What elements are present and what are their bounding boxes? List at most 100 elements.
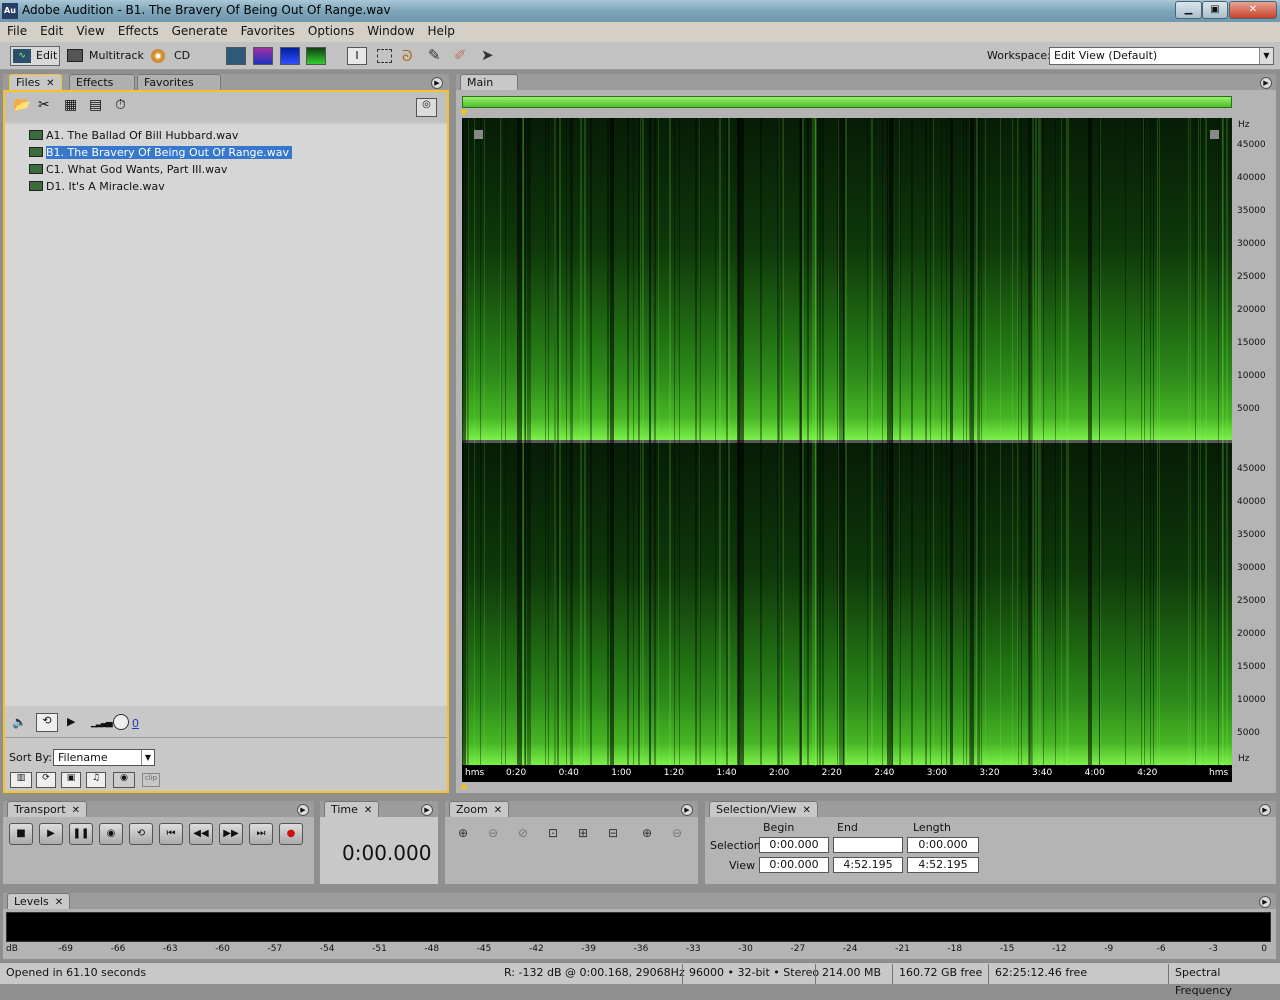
cursor-marker-icon[interactable]: [460, 783, 468, 789]
view-end-field[interactable]: 4:52.195: [833, 857, 903, 873]
zoom-in-corner-icon[interactable]: [474, 130, 483, 139]
filter-clip-icon[interactable]: clip: [142, 773, 160, 787]
panel-menu-icon[interactable]: ▶: [1260, 77, 1272, 89]
volume-value[interactable]: 0: [132, 717, 139, 730]
stop-icon[interactable]: ■: [9, 823, 33, 845]
close-icon[interactable]: ✕: [46, 78, 54, 89]
maximize-button[interactable]: ▣: [1202, 1, 1228, 19]
lasso-tool-icon[interactable]: ᘐ: [402, 47, 413, 65]
file-item-a1[interactable]: A1. The Ballad Of Bill Hubbard.wav: [29, 128, 238, 143]
panel-menu-icon[interactable]: ▶: [1259, 896, 1271, 908]
close-button[interactable]: ✕: [1229, 1, 1277, 19]
menu-effects[interactable]: Effects: [111, 22, 165, 38]
brush-tool-icon[interactable]: ✎: [428, 46, 441, 64]
zoom-out-vertical-icon[interactable]: ⊖: [667, 826, 687, 844]
menu-view[interactable]: View: [69, 22, 110, 38]
insert-cd-icon[interactable]: ▤: [89, 97, 102, 113]
zoom-out-corner-icon[interactable]: [1210, 130, 1219, 139]
tab-zoom[interactable]: Zoom ✕: [449, 801, 510, 817]
panel-menu-icon[interactable]: ▶: [1259, 804, 1271, 816]
filter-loop-icon[interactable]: ⟳: [36, 772, 56, 788]
selection-length-field[interactable]: 0:00.000: [907, 837, 979, 853]
spectral-pan-icon[interactable]: [280, 47, 300, 65]
show-all-icon[interactable]: ◉: [113, 772, 135, 788]
selection-begin-field[interactable]: 0:00.000: [759, 837, 829, 853]
view-begin-field[interactable]: 0:00.000: [759, 857, 829, 873]
zoom-to-selection-icon[interactable]: ⊡: [543, 826, 563, 844]
menu-favorites[interactable]: Favorites: [234, 22, 301, 38]
tab-favorites[interactable]: Favorites: [137, 74, 221, 90]
go-to-end-icon[interactable]: ⏭: [249, 823, 273, 845]
edit-view-button[interactable]: ∿ Edit: [10, 46, 60, 66]
insert-multitrack-icon[interactable]: ▦: [64, 97, 77, 113]
close-icon[interactable]: ✕: [364, 805, 372, 816]
loop-play-icon[interactable]: ⟲: [129, 823, 153, 845]
fast-forward-icon[interactable]: ▶▶: [219, 823, 243, 845]
loop-icon[interactable]: ⟲: [36, 713, 58, 732]
volume-knob[interactable]: [113, 714, 129, 730]
zoom-to-right-icon[interactable]: ⊟: [603, 826, 623, 844]
play-to-end-icon[interactable]: ◉: [99, 823, 123, 845]
time-selection-tool-icon[interactable]: I: [347, 47, 367, 65]
sort-by-dropdown[interactable]: Filename ▼: [53, 749, 155, 766]
menu-file[interactable]: File: [0, 22, 33, 38]
import-timer-icon[interactable]: ⏱: [115, 97, 126, 113]
spectral-frequency-icon[interactable]: [253, 47, 273, 65]
spot-healing-icon[interactable]: ✐: [454, 46, 467, 64]
file-item-d1[interactable]: D1. It's A Miracle.wav: [29, 179, 165, 194]
open-file-icon[interactable]: 📂: [13, 97, 30, 113]
rewind-icon[interactable]: ◀◀: [189, 823, 213, 845]
menu-help[interactable]: Help: [421, 22, 461, 38]
tab-selection-view[interactable]: Selection/View ✕: [709, 801, 818, 817]
menu-window[interactable]: Window: [360, 22, 420, 38]
overview-bar[interactable]: [462, 96, 1232, 108]
zoom-out-horizontal-icon[interactable]: ⊖: [483, 826, 503, 844]
play-icon[interactable]: ▶: [39, 823, 63, 845]
close-icon[interactable]: ✕: [55, 897, 63, 908]
panel-menu-icon[interactable]: ▶: [431, 77, 443, 89]
minimize-button[interactable]: ▁: [1175, 1, 1202, 19]
spectral-display[interactable]: [462, 118, 1232, 766]
waveform-display-icon[interactable]: [226, 47, 246, 65]
move-tool-icon[interactable]: ➤: [481, 46, 494, 64]
multitrack-button[interactable]: Multitrack: [67, 46, 144, 66]
tab-time[interactable]: Time ✕: [324, 801, 380, 817]
tab-levels[interactable]: Levels ✕: [7, 893, 71, 909]
file-item-c1[interactable]: C1. What God Wants, Part III.wav: [29, 162, 227, 177]
zoom-in-vertical-icon[interactable]: ⊕: [637, 826, 657, 844]
filter-midi-icon[interactable]: ♫: [86, 772, 106, 788]
close-file-icon[interactable]: ✂: [38, 97, 50, 113]
play-preview-icon[interactable]: ▶: [67, 715, 75, 728]
cd-button[interactable]: CD: [151, 46, 196, 66]
close-icon[interactable]: ✕: [72, 805, 80, 816]
panel-menu-icon[interactable]: ▶: [421, 804, 433, 816]
workspace-dropdown[interactable]: Edit View (Default) ▼: [1049, 47, 1274, 65]
zoom-in-horizontal-icon[interactable]: ⊕: [453, 826, 473, 844]
filter-audio-icon[interactable]: ▥: [10, 772, 32, 788]
menu-options[interactable]: Options: [301, 22, 360, 38]
filter-video-icon[interactable]: ▣: [61, 772, 81, 788]
tab-main[interactable]: Main: [460, 74, 518, 90]
pause-icon[interactable]: ❚❚: [69, 823, 93, 845]
view-length-field[interactable]: 4:52.195: [907, 857, 979, 873]
file-item-b1[interactable]: B1. The Bravery Of Being Out Of Range.wa…: [29, 145, 293, 160]
show-options-icon[interactable]: ◎: [416, 98, 437, 117]
close-icon[interactable]: ✕: [803, 805, 811, 816]
zoom-out-full-icon[interactable]: ⊘: [513, 826, 533, 844]
panel-menu-icon[interactable]: ▶: [681, 804, 693, 816]
menu-generate[interactable]: Generate: [165, 22, 234, 38]
spectral-phase-icon[interactable]: [306, 47, 326, 65]
tab-transport[interactable]: Transport ✕: [7, 801, 88, 817]
speaker-icon[interactable]: 🔈: [12, 715, 27, 729]
record-icon[interactable]: ●: [279, 823, 303, 845]
playhead-marker-icon[interactable]: [460, 110, 468, 116]
selection-end-field[interactable]: [833, 837, 903, 853]
tab-effects[interactable]: Effects: [69, 74, 135, 90]
close-icon[interactable]: ✕: [494, 805, 502, 816]
tab-files[interactable]: Files ✕: [9, 74, 62, 90]
panel-menu-icon[interactable]: ▶: [297, 804, 309, 816]
marquee-tool-icon[interactable]: [377, 49, 392, 63]
menu-edit[interactable]: Edit: [33, 22, 69, 38]
go-to-start-icon[interactable]: ⏮: [159, 823, 183, 845]
zoom-to-left-icon[interactable]: ⊞: [573, 826, 593, 844]
